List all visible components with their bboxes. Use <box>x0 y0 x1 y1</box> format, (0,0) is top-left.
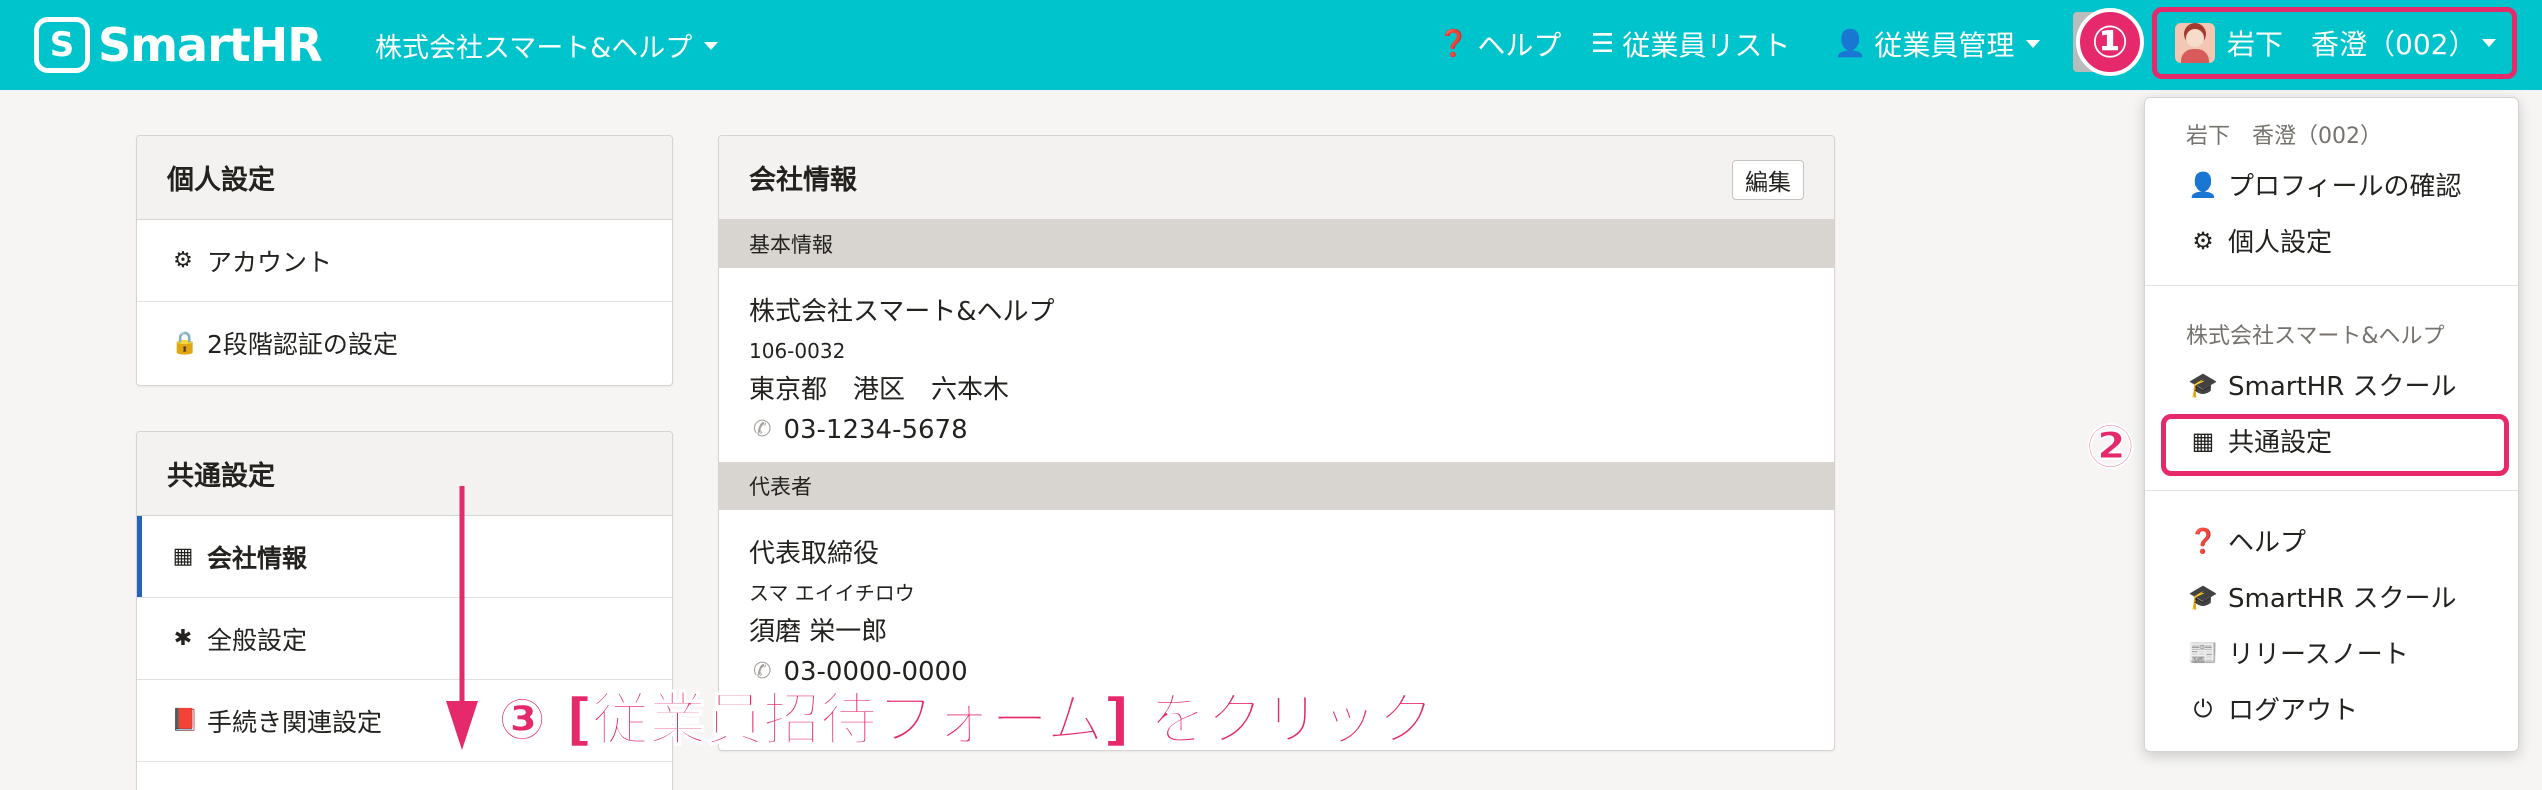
graduation-cap-icon: 🎓 <box>2188 370 2218 399</box>
menu-item-label: 全般設定 <box>207 625 308 655</box>
power-icon: ⏻ <box>2193 694 2213 723</box>
annotation-step-3: ③ [従業員招待フォーム] をクリック <box>497 686 1435 754</box>
representative-body: 代表取締役 スマ エイイチロウ 須磨 栄一郎 ✆ 03-0000-0000 <box>719 510 1834 692</box>
lock-icon: 🔒 <box>171 330 199 356</box>
dropdown-company-label: 株式会社スマート&ヘルプ <box>2186 324 2445 349</box>
rep-title: 代表取締役 <box>749 539 880 569</box>
annotation-highlight-common-settings <box>2161 414 2509 476</box>
logo-icon: S <box>34 17 90 73</box>
newspaper-icon: 📰 <box>2188 638 2218 667</box>
basic-info-body: 株式会社スマート&ヘルプ 106-0032 東京都 港区 六本木 ✆ 03-12… <box>719 268 1834 462</box>
gear-icon: ⚙ <box>2192 226 2214 255</box>
company-phone-number: 03-1234-5678 <box>783 415 968 445</box>
dropdown-item-label: リリースノート <box>2228 640 2409 670</box>
dropdown-item-personal-settings[interactable]: ⚙ 個人設定 <box>2186 222 2332 259</box>
person-icon: 👤 <box>2188 170 2218 199</box>
list-icon: ☰ <box>1591 29 1615 59</box>
personal-settings-title: 個人設定 <box>137 136 672 220</box>
dropdown-item-profile[interactable]: 👤 プロフィールの確認 <box>2186 166 2461 203</box>
menu-item-company-info[interactable]: ▦ 会社情報 <box>137 516 672 598</box>
dropdown-item-school[interactable]: 🎓 SmartHR スクール <box>2186 366 2457 403</box>
gear-icon: ⚙ <box>173 248 193 273</box>
company-info-title: 会社情報 <box>719 136 1834 220</box>
dropdown-item-label: 個人設定 <box>2228 228 2333 258</box>
personal-settings-card: 個人設定 ⚙ アカウント 🔒 2段階認証の設定 <box>136 135 673 386</box>
rep-kana: スマ エイイチロウ <box>749 581 915 605</box>
dropdown-item-label: ヘルプ <box>2228 528 2307 558</box>
person-icon: 👤 <box>1834 29 1867 59</box>
annotation-step-2: ② <box>2084 411 2137 483</box>
dropdown-item-label: ログアウト <box>2228 696 2359 726</box>
nav-employee-manage[interactable]: 👤 従業員管理 <box>1834 24 2041 64</box>
smarthr-logo[interactable]: S SmartHR <box>34 14 323 76</box>
rep-name: 須磨 栄一郎 <box>749 617 888 647</box>
common-settings-title: 共通設定 <box>137 432 672 516</box>
company-name: 株式会社スマート&ヘルプ <box>749 297 1055 327</box>
user-menu-name: 岩下 香澄（002） <box>2227 28 2477 61</box>
avatar <box>2175 23 2215 63</box>
representative-heading: 代表者 <box>719 462 1834 510</box>
dropdown-item-label: SmartHR スクール <box>2228 372 2457 402</box>
question-circle-icon: ❓ <box>2188 526 2218 555</box>
phone-icon: ✆ <box>753 417 772 442</box>
company-switcher-label: 株式会社スマート&ヘルプ <box>375 33 693 64</box>
nav-employee-manage-label: 従業員管理 <box>1874 29 2015 62</box>
dropdown-item-help[interactable]: ❓ ヘルプ <box>2186 522 2306 559</box>
caret-down-icon <box>704 41 719 50</box>
dropdown-divider <box>2145 490 2518 491</box>
user-menu-button[interactable]: 岩下 香澄（002） <box>2152 7 2517 79</box>
dropdown-item-school-2[interactable]: 🎓 SmartHR スクール <box>2186 578 2457 615</box>
graduation-cap-icon: 🎓 <box>2188 582 2218 611</box>
nav-employee-list[interactable]: ☰ 従業員リスト <box>1591 24 1790 64</box>
nav-help[interactable]: ❓ ヘルプ <box>1437 24 1561 64</box>
menu-item-label: 会社情報 <box>207 543 308 573</box>
menu-item-2fa[interactable]: 🔒 2段階認証の設定 <box>137 302 672 384</box>
menu-item-account[interactable]: ⚙ アカウント <box>137 220 672 302</box>
caret-down-icon <box>2482 39 2496 47</box>
dropdown-divider <box>2145 285 2518 286</box>
nav-employee-list-label: 従業員リスト <box>1622 29 1791 62</box>
menu-item-general-settings[interactable]: ✱ 全般設定 <box>137 598 672 680</box>
company-info-card: 会社情報 編集 基本情報 株式会社スマート&ヘルプ 106-0032 東京都 港… <box>718 135 1835 751</box>
caret-down-icon <box>2026 40 2041 48</box>
address: 東京都 港区 六本木 <box>749 375 1010 405</box>
basic-info-heading: 基本情報 <box>719 220 1834 268</box>
menu-item-label: 手続き関連設定 <box>207 707 383 737</box>
book-icon: 📕 <box>171 708 199 733</box>
menu-item-label: 2段階認証の設定 <box>207 330 398 359</box>
dropdown-item-logout[interactable]: ⏻ ログアウト <box>2186 690 2359 727</box>
dropdown-item-release-notes[interactable]: 📰 リリースノート <box>2186 634 2409 671</box>
company-switcher[interactable]: 株式会社スマート&ヘルプ <box>375 26 719 65</box>
postal-code: 106-0032 <box>749 339 846 363</box>
logo-text: SmartHR <box>98 18 323 72</box>
top-header: S SmartHR 株式会社スマート&ヘルプ ❓ ヘルプ ☰ 従業員リスト 👤 … <box>0 0 2542 90</box>
annotation-arrow <box>446 486 478 750</box>
nav-help-label: ヘルプ <box>1477 29 1562 62</box>
menu-item-label: アカウント <box>207 247 333 277</box>
dropdown-item-label: SmartHR スクール <box>2228 584 2457 614</box>
dropdown-user-label: 岩下 香澄（002） <box>2186 124 2382 149</box>
question-circle-icon: ❓ <box>1437 29 1470 59</box>
building-icon: ▦ <box>172 544 194 569</box>
annotation-step-1: ① <box>2076 8 2144 76</box>
asterisk-icon: ✱ <box>173 626 193 651</box>
company-phone: ✆ 03-1234-5678 <box>749 410 1804 450</box>
edit-button[interactable]: 編集 <box>1732 160 1804 200</box>
dropdown-item-label: プロフィールの確認 <box>2228 172 2462 202</box>
